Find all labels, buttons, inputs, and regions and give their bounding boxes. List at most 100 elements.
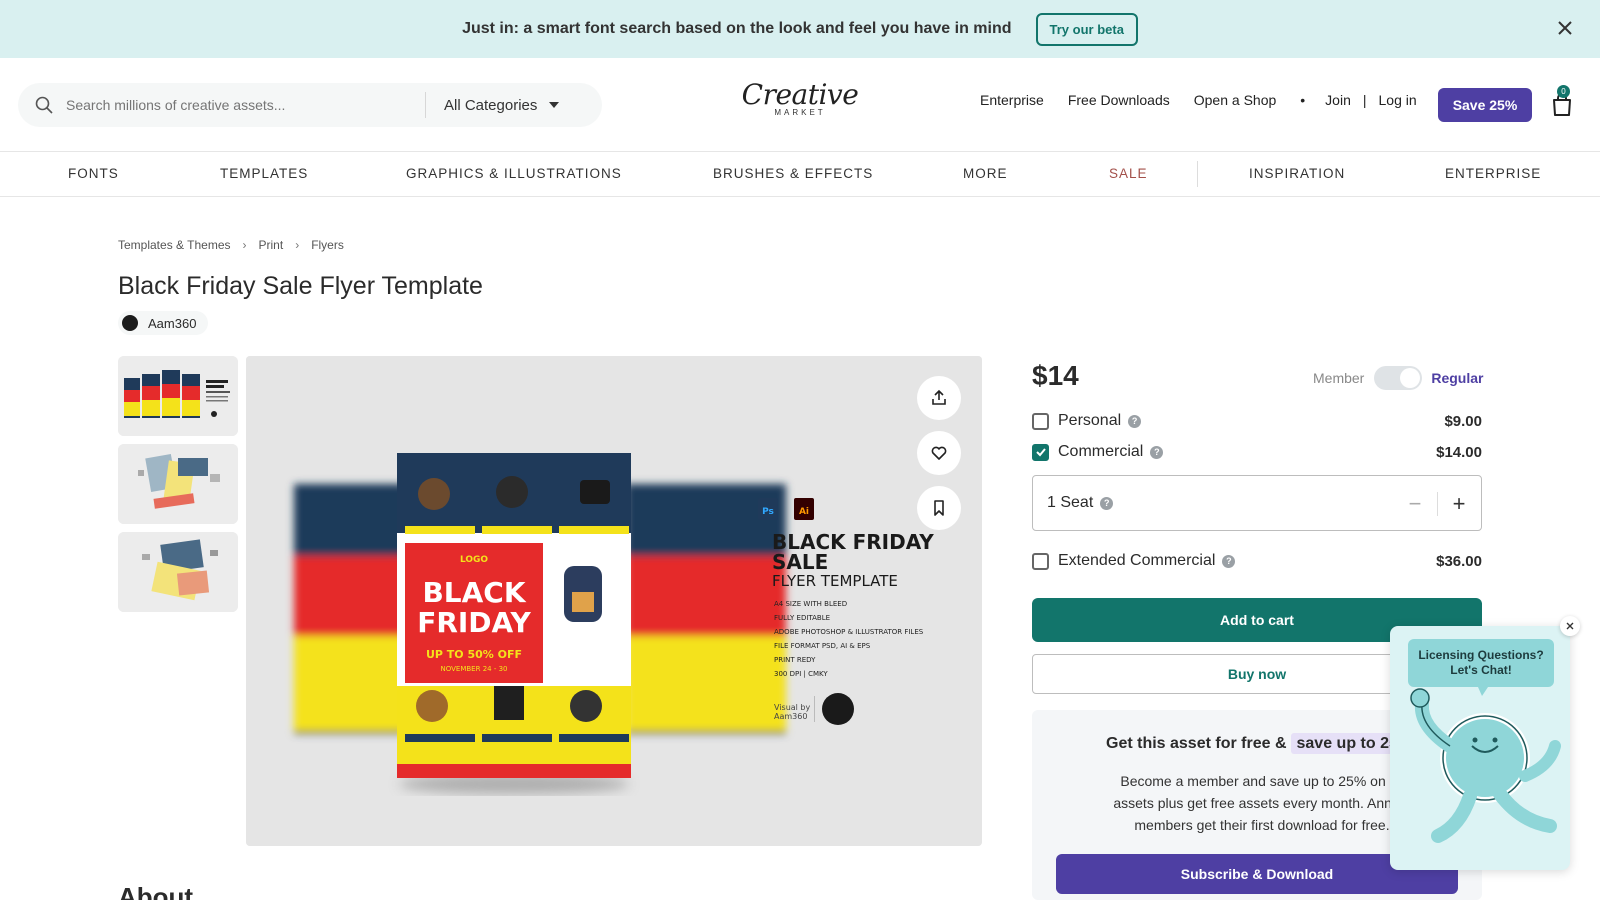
extended-price: $36.00	[1436, 552, 1482, 570]
page-title: Black Friday Sale Flyer Template	[118, 272, 483, 300]
preview-feature-4: FILE FORMAT PSD, AI & EPS	[774, 642, 871, 650]
personal-price: $9.00	[1444, 412, 1482, 430]
chevron-right-icon: ›	[295, 238, 300, 252]
enterprise-link[interactable]: Enterprise	[980, 92, 1044, 108]
breadcrumb-print[interactable]: Print	[259, 238, 284, 252]
nav-graphics[interactable]: GRAPHICS & ILLUSTRATIONS	[406, 166, 622, 181]
share-icon	[932, 389, 946, 405]
personal-label: Personal	[1058, 412, 1122, 429]
search-bar: All Categories	[18, 83, 602, 127]
help-icon[interactable]: ?	[1222, 554, 1236, 568]
bookmark-button[interactable]	[917, 486, 961, 530]
stepper-divider	[1437, 492, 1438, 516]
thumbnail-3[interactable]	[118, 532, 238, 612]
chevron-right-icon: ›	[242, 238, 247, 252]
help-icon[interactable]: ?	[1100, 496, 1114, 510]
help-icon[interactable]: ?	[1128, 414, 1142, 428]
preview-heading-2: SALE	[772, 550, 828, 574]
preview-feature-6: 300 DPI | CMKY	[774, 670, 828, 678]
thumbnail-1[interactable]	[118, 356, 238, 436]
flyer-logo-text: LOGO	[460, 555, 488, 565]
cart-count-badge: 0	[1557, 85, 1570, 98]
help-icon[interactable]: ?	[1150, 445, 1164, 459]
nav-sale[interactable]: SALE	[1109, 166, 1148, 181]
try-beta-button[interactable]: Try our beta	[1035, 12, 1138, 46]
preview-artwork: BLACK FRIDAY UP TO 50% OFF NOVEMBER 24 -…	[246, 356, 982, 846]
banner-text: Just in: a smart font search based on th…	[462, 20, 1012, 37]
join-link[interactable]: Join	[1325, 92, 1351, 108]
thumbnail-image	[118, 444, 238, 524]
preview-heading-3: FLYER TEMPLATE	[772, 572, 898, 590]
license-personal[interactable]: Personal ? $9.00	[1032, 409, 1482, 433]
category-dropdown[interactable]: All Categories	[444, 96, 560, 114]
author-chip[interactable]: Aam360	[118, 311, 209, 335]
favorite-button[interactable]	[917, 431, 961, 475]
category-label: All Categories	[444, 96, 538, 114]
seat-increment-button[interactable]: +	[1445, 490, 1473, 518]
pricing-toggle: Member Regular	[1313, 366, 1483, 390]
search-icon	[35, 96, 53, 114]
bookmark-icon	[934, 500, 944, 516]
creative-market-logo[interactable]: Creative MARKET	[740, 78, 860, 118]
nav-divider	[1197, 161, 1198, 187]
breadcrumb: Templates & Themes › Print › Flyers	[118, 238, 344, 252]
avatar	[122, 315, 138, 331]
nav-enterprise[interactable]: ENTERPRISE	[1445, 166, 1541, 181]
nav-brushes[interactable]: BRUSHES & EFFECTS	[713, 166, 873, 181]
promo-body: Become a member and save up to 25% on al…	[1113, 773, 1411, 833]
login-link[interactable]: Log in	[1379, 92, 1417, 108]
commercial-price: $14.00	[1436, 443, 1482, 461]
check-icon	[1035, 448, 1046, 457]
member-regular-toggle[interactable]	[1374, 366, 1423, 390]
promo-title-text: Get this asset for free &	[1106, 735, 1287, 752]
svg-text:Ai: Ai	[799, 507, 809, 517]
free-downloads-link[interactable]: Free Downloads	[1068, 92, 1170, 108]
close-icon[interactable]	[1554, 17, 1576, 39]
share-button[interactable]	[917, 376, 961, 420]
preview-feature-3: ADOBE PHOTOSHOP & ILLUSTRATOR FILES	[774, 628, 924, 636]
svg-text:Ps: Ps	[762, 507, 774, 517]
preview-visual-by: Visual by	[774, 703, 811, 712]
search-input[interactable]	[66, 97, 421, 113]
save-25-button[interactable]: Save 25%	[1438, 88, 1532, 122]
nav-templates[interactable]: TEMPLATES	[220, 166, 308, 181]
license-extended[interactable]: Extended Commercial ? $36.00	[1032, 549, 1482, 573]
nav-fonts[interactable]: FONTS	[68, 166, 119, 181]
thumbnail-2[interactable]	[118, 444, 238, 524]
nav-inspiration[interactable]: INSPIRATION	[1249, 166, 1345, 181]
site-header: All Categories Creative MARKET Enterpris…	[0, 58, 1600, 152]
extended-checkbox[interactable]	[1032, 552, 1049, 570]
breadcrumb-templates-themes[interactable]: Templates & Themes	[118, 238, 231, 252]
category-nav: FONTS TEMPLATES GRAPHICS & ILLUSTRATIONS…	[0, 152, 1600, 197]
link-separator: |	[1362, 92, 1367, 108]
preview-feature-2: FULLY EDITABLE	[774, 614, 830, 622]
commercial-checkbox[interactable]	[1032, 443, 1049, 461]
thumbnail-image	[118, 532, 238, 612]
dot-separator: •	[1300, 92, 1306, 108]
preview-visual-by-name: Aam360	[774, 712, 807, 721]
chat-close-button[interactable]	[1560, 616, 1580, 636]
close-icon	[1566, 622, 1574, 630]
product-price: $14	[1032, 360, 1079, 391]
announcement-banner: Just in: a smart font search based on th…	[0, 0, 1600, 58]
author-name: Aam360	[148, 315, 197, 331]
flyer-black-text: BLACK	[422, 576, 526, 609]
personal-checkbox[interactable]	[1032, 412, 1049, 430]
preview-feature-5: PRINT REDY	[774, 656, 816, 664]
flyer-offer-text: UP TO 50% OFF	[426, 648, 522, 661]
extended-label: Extended Commercial	[1058, 552, 1216, 569]
flyer-friday-text: FRIDAY	[417, 606, 531, 639]
about-heading: About	[118, 882, 194, 900]
licensing-chat-widget[interactable]: Licensing Questions? Let's Chat!	[1390, 626, 1570, 870]
seat-decrement-button[interactable]: −	[1401, 490, 1429, 518]
seat-label: 1 Seat	[1047, 494, 1094, 511]
logo-text: Creative	[741, 78, 859, 111]
open-shop-link[interactable]: Open a Shop	[1194, 92, 1277, 108]
breadcrumb-flyers[interactable]: Flyers	[311, 238, 344, 252]
license-commercial[interactable]: Commercial ? $14.00	[1032, 440, 1482, 464]
commercial-label: Commercial	[1058, 443, 1144, 460]
nav-more[interactable]: MORE	[963, 166, 1008, 181]
flyer-dates-text: NOVEMBER 24 - 30	[441, 665, 508, 673]
product-preview: BLACK FRIDAY UP TO 50% OFF NOVEMBER 24 -…	[246, 356, 982, 846]
toggle-knob	[1400, 368, 1421, 388]
